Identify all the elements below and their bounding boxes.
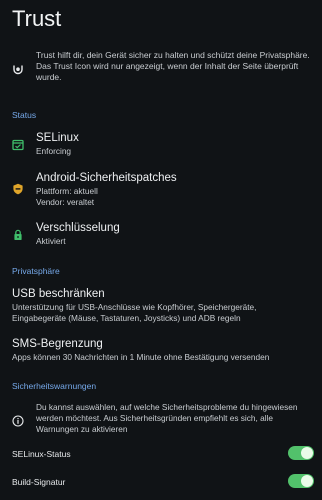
selinux-status-switch[interactable] <box>288 446 314 460</box>
shield-icon <box>12 182 24 195</box>
usb-title: USB beschränken <box>12 288 105 300</box>
section-header-warnings: Sicherheitswarnungen <box>12 381 97 391</box>
platform-status: Plattform: aktuell <box>36 186 98 196</box>
selinux-subtitle: Enforcing <box>36 146 72 156</box>
build-signature-switch[interactable] <box>288 474 314 488</box>
lock-icon <box>12 228 24 240</box>
intro-text: Trust hilft dir, dein Gerät sicher zu ha… <box>36 50 310 83</box>
vendor-status: Vendor: veraltet <box>36 196 95 207</box>
toggle-row-selinux-status[interactable]: SELinux-Status <box>12 446 314 464</box>
page-title: Trust <box>12 6 62 31</box>
selinux-status-label: SELinux-Status <box>12 449 71 459</box>
trust-logo-icon <box>12 62 24 75</box>
selinux-title: SELinux <box>36 132 79 144</box>
section-header-status: Status <box>12 110 37 120</box>
usb-subtitle-line1: Unterstützung für USB-Anschlüsse wie Kop… <box>12 302 257 312</box>
switch-knob <box>301 447 313 459</box>
sms-limit-title: SMS-Begrenzung <box>12 338 103 350</box>
sms-limit-subtitle: Apps können 30 Nachrichten in 1 Minute o… <box>12 352 270 362</box>
build-signature-label: Build-Signatur <box>12 477 66 487</box>
toggle-row-build-signature[interactable]: Build-Signatur <box>12 474 314 492</box>
info-icon <box>12 414 24 427</box>
warnings-info-text: Du kannst auswählen, auf welche Sicherhe… <box>36 402 298 435</box>
selinux-icon <box>12 138 24 151</box>
usb-subtitle-line2: Eingabegeräte (Mäuse, Tastaturen, Joysti… <box>12 312 241 323</box>
switch-knob <box>301 475 313 487</box>
encryption-subtitle: Aktiviert <box>36 236 66 246</box>
section-header-privacy: Privatsphäre <box>12 266 60 276</box>
encryption-title: Verschlüsselung <box>36 222 120 234</box>
security-patches-title: Android-Sicherheitspatches <box>36 172 177 184</box>
